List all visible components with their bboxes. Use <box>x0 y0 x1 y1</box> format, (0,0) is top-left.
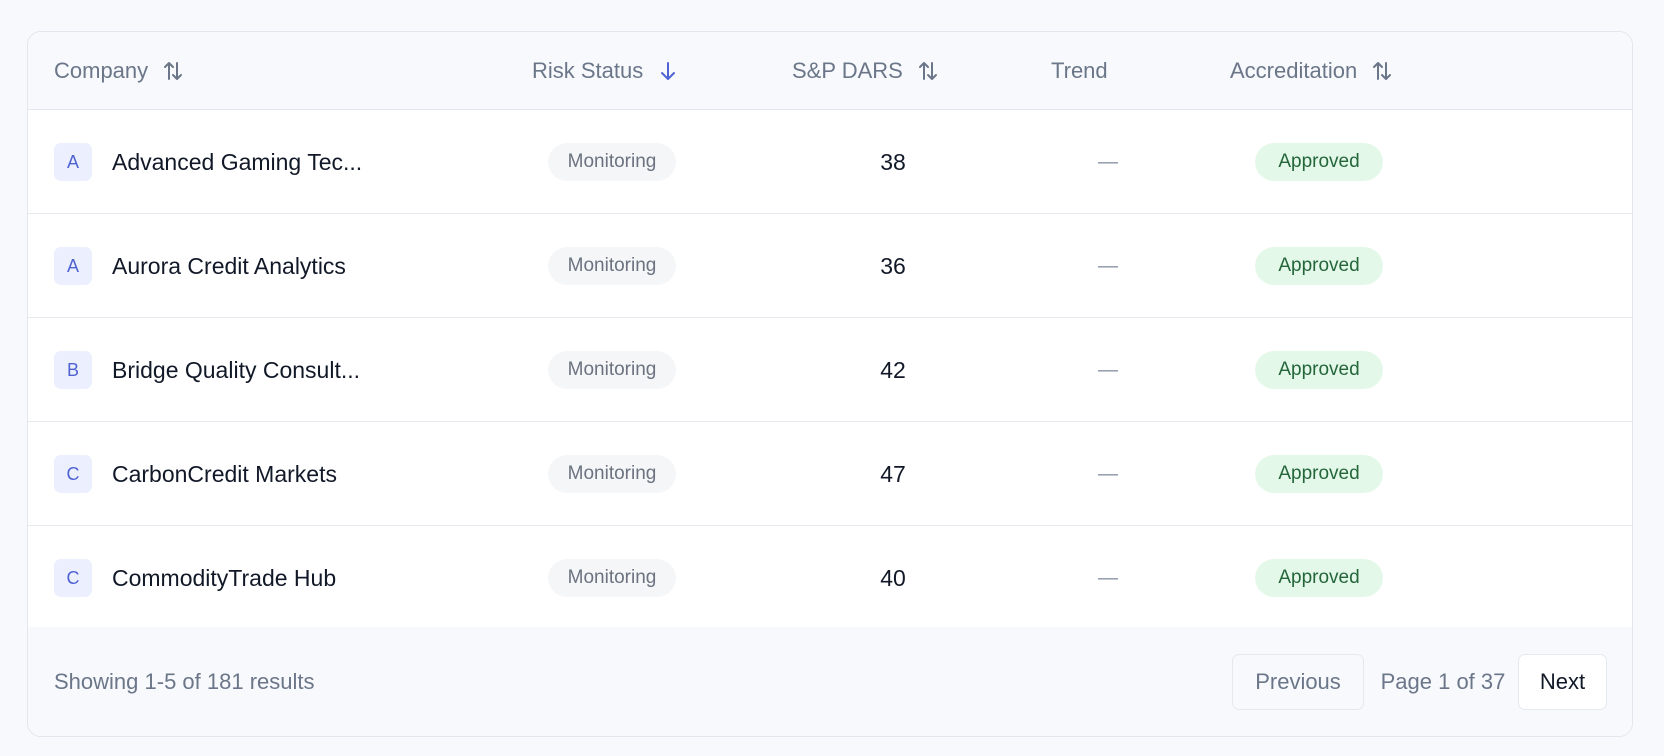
sp-dars-score: 47 <box>880 460 906 487</box>
table-body: A Advanced Gaming Tec... Monitoring 38 —… <box>28 110 1632 630</box>
trend-indicator: — <box>1098 462 1118 485</box>
column-header-trend-label: Trend <box>1051 57 1108 83</box>
company-avatar: C <box>54 455 92 493</box>
accreditation-badge: Approved <box>1255 143 1383 181</box>
risk-status-badge: Monitoring <box>548 143 676 181</box>
trend-indicator: — <box>1098 254 1118 277</box>
trend-indicator: — <box>1098 150 1118 173</box>
risk-status-badge: Monitoring <box>548 455 676 493</box>
table-row[interactable]: A Advanced Gaming Tec... Monitoring 38 —… <box>28 110 1632 214</box>
accreditation-badge: Approved <box>1255 351 1383 389</box>
column-header-company[interactable]: Company <box>54 32 184 109</box>
company-name[interactable]: Aurora Credit Analytics <box>112 247 346 285</box>
risk-status-badge: Monitoring <box>548 559 676 597</box>
company-name[interactable]: Advanced Gaming Tec... <box>112 143 362 181</box>
sort-both-icon[interactable] <box>162 60 184 82</box>
column-header-trend: Trend <box>1051 32 1108 109</box>
company-name[interactable]: Bridge Quality Consult... <box>112 351 360 389</box>
sort-down-icon[interactable] <box>657 60 679 82</box>
sp-dars-score: 36 <box>880 252 906 279</box>
table-row[interactable]: B Bridge Quality Consult... Monitoring 4… <box>28 318 1632 422</box>
accreditation-badge: Approved <box>1255 247 1383 285</box>
trend-indicator: — <box>1098 566 1118 589</box>
companies-table-card: Company Risk Status S&P DARS Trend Accre… <box>27 31 1633 737</box>
results-count: Showing 1-5 of 181 results <box>54 668 315 694</box>
pagination-footer: Showing 1-5 of 181 results Previous Page… <box>28 627 1632 736</box>
column-header-accreditation-label: Accreditation <box>1230 57 1358 83</box>
company-avatar: C <box>54 559 92 597</box>
next-page-button[interactable]: Next <box>1518 654 1607 710</box>
column-header-risk-status-label: Risk Status <box>532 57 644 83</box>
sp-dars-score: 42 <box>880 356 906 383</box>
accreditation-badge: Approved <box>1255 559 1383 597</box>
column-header-accreditation[interactable]: Accreditation <box>1230 32 1393 109</box>
page-indicator: Page 1 of 37 <box>1380 669 1506 694</box>
risk-status-badge: Monitoring <box>548 351 676 389</box>
company-name[interactable]: CommodityTrade Hub <box>112 559 336 597</box>
sp-dars-score: 38 <box>880 148 906 175</box>
sort-both-icon[interactable] <box>917 60 939 82</box>
table-row[interactable]: C CarbonCredit Markets Monitoring 47 — A… <box>28 422 1632 526</box>
company-avatar: A <box>54 143 92 181</box>
column-header-sp-dars[interactable]: S&P DARS <box>792 32 939 109</box>
company-avatar: B <box>54 351 92 389</box>
risk-status-badge: Monitoring <box>548 247 676 285</box>
column-header-risk-status[interactable]: Risk Status <box>532 32 679 109</box>
previous-page-button[interactable]: Previous <box>1232 654 1364 710</box>
company-avatar: A <box>54 247 92 285</box>
sp-dars-score: 40 <box>880 564 906 591</box>
table-row[interactable]: C CommodityTrade Hub Monitoring 40 — App… <box>28 526 1632 630</box>
column-header-company-label: Company <box>54 57 149 83</box>
table-header: Company Risk Status S&P DARS Trend Accre… <box>28 32 1632 110</box>
column-header-sp-dars-label: S&P DARS <box>792 57 903 83</box>
table-row[interactable]: A Aurora Credit Analytics Monitoring 36 … <box>28 214 1632 318</box>
trend-indicator: — <box>1098 358 1118 381</box>
company-name[interactable]: CarbonCredit Markets <box>112 455 337 493</box>
sort-both-icon[interactable] <box>1371 60 1393 82</box>
accreditation-badge: Approved <box>1255 455 1383 493</box>
